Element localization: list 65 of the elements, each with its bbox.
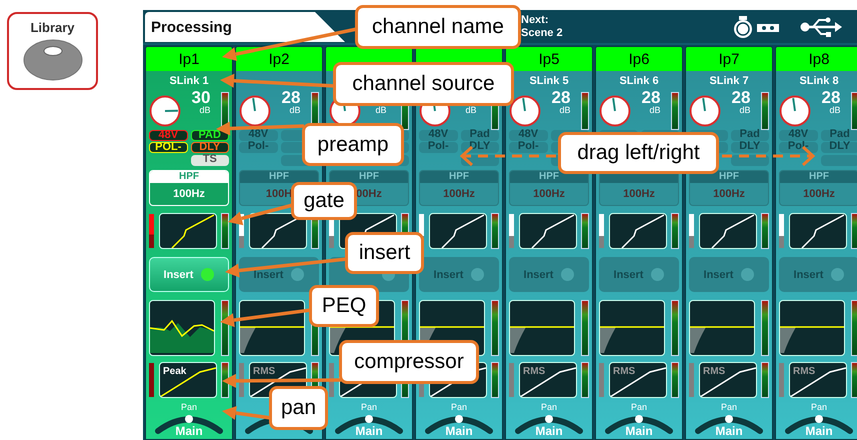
next-label: Next: bbox=[521, 14, 550, 26]
hpf-value: 100Hz bbox=[802, 187, 836, 202]
hpf-value: 100Hz bbox=[532, 187, 566, 202]
detector-label: RMS bbox=[702, 366, 725, 377]
pan-bus: Main bbox=[805, 424, 833, 438]
hpf-value: 100Hz bbox=[622, 187, 656, 202]
pan-label: Pan bbox=[450, 402, 467, 412]
gain-value: 28 bbox=[282, 90, 300, 106]
pan-label: Pan bbox=[360, 402, 377, 412]
hpf-label: HPF bbox=[240, 171, 318, 183]
callout-tooltip: channel source bbox=[333, 62, 514, 106]
hpf-value: 100Hz bbox=[172, 187, 206, 202]
preamp-badge: TS bbox=[190, 154, 229, 166]
detector-label: RMS bbox=[612, 366, 635, 377]
callout-tooltip: gate bbox=[291, 182, 357, 220]
pan-bus: Main bbox=[355, 424, 383, 438]
callout-tooltip: insert bbox=[345, 232, 424, 274]
detector-label: Peak bbox=[162, 366, 186, 377]
gain-value: 28 bbox=[822, 90, 840, 106]
channel-source: SLink 7 bbox=[708, 75, 750, 88]
gain-value: 28 bbox=[732, 90, 750, 106]
pan-bus: Main bbox=[535, 424, 563, 438]
pan-label: Pan bbox=[630, 402, 647, 412]
hpf-label: HPF bbox=[330, 171, 408, 183]
page-title: Processing bbox=[145, 12, 345, 42]
callout-tooltip: compressor bbox=[339, 340, 479, 384]
callout-tooltip: preamp bbox=[302, 123, 404, 166]
hpf-value: 100Hz bbox=[442, 187, 476, 202]
channel-source: SLink 5 bbox=[528, 75, 570, 88]
pan-label: Pan bbox=[540, 402, 557, 412]
hpf-value: 100Hz bbox=[712, 187, 746, 202]
channel-source: SLink 8 bbox=[798, 75, 840, 88]
pan-bus: Main bbox=[175, 424, 203, 438]
gain-value: 28 bbox=[552, 90, 570, 106]
callout-tooltip: drag left/right bbox=[558, 132, 719, 174]
channel-source: SLink 1 bbox=[168, 75, 210, 88]
gain-unit: dB bbox=[289, 106, 300, 114]
pan-label: Pan bbox=[180, 402, 197, 412]
gain-value: 30 bbox=[192, 90, 210, 106]
detector-label: RMS bbox=[792, 366, 815, 377]
gain-unit: dB bbox=[375, 106, 386, 114]
gain-unit: dB bbox=[649, 106, 660, 114]
callout-tooltip: channel name bbox=[355, 5, 521, 49]
gain-unit: dB bbox=[199, 106, 210, 114]
pan-bus: Main bbox=[445, 424, 473, 438]
pan-label: Pan bbox=[810, 402, 827, 412]
callout-tooltip: PEQ bbox=[309, 285, 379, 327]
hpf-label: HPF bbox=[510, 171, 588, 183]
callout-tooltip: pan bbox=[269, 386, 328, 430]
hpf-label: HPF bbox=[150, 171, 228, 183]
pan-bus: Main bbox=[715, 424, 743, 438]
channel-source: SLink 6 bbox=[618, 75, 660, 88]
detector-label: RMS bbox=[252, 366, 275, 377]
gain-unit: dB bbox=[739, 106, 750, 114]
pan-bus: Main bbox=[625, 424, 653, 438]
gain-unit: dB bbox=[829, 106, 840, 114]
hpf-label: HPF bbox=[420, 171, 498, 183]
gain-value: 28 bbox=[642, 90, 660, 106]
pan-label: Pan bbox=[720, 402, 737, 412]
gain-unit: dB bbox=[559, 106, 570, 114]
next-scene: Scene 2 bbox=[521, 26, 563, 40]
hpf-label: HPF bbox=[690, 171, 768, 183]
detector-label: RMS bbox=[522, 366, 545, 377]
gain-unit: dB bbox=[465, 106, 476, 114]
hpf-label: HPF bbox=[780, 171, 857, 183]
